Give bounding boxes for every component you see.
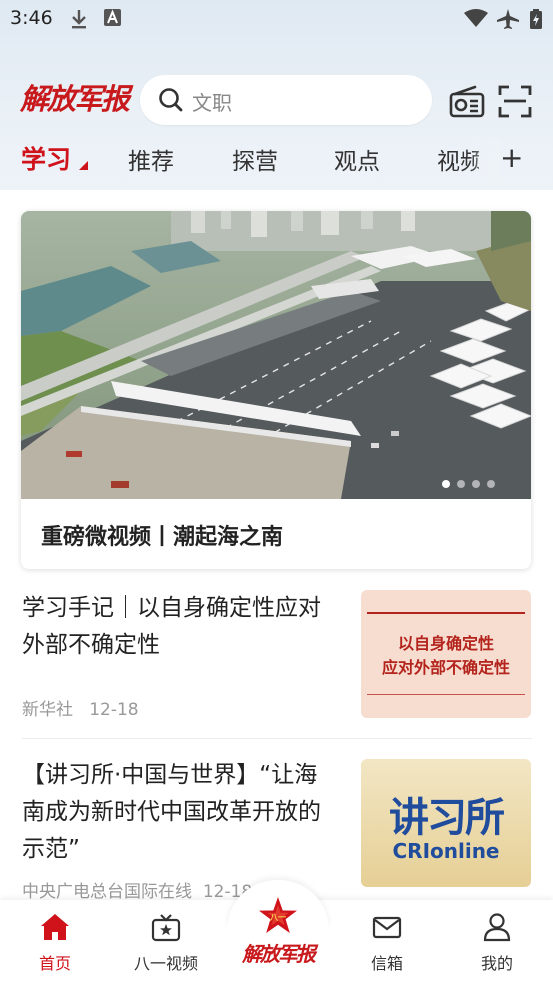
news-meta: 中央广电总台国际在线 12-18 <box>22 877 262 902</box>
download-icon <box>72 10 86 29</box>
divider <box>22 738 532 739</box>
nav-home[interactable]: 首页 <box>10 900 100 984</box>
mail-icon <box>372 916 402 939</box>
thumb-subbrand: CRIonline <box>392 839 500 863</box>
nav-profile[interactable]: 我的 <box>452 900 542 984</box>
nav-label: 八一视频 <box>133 954 198 973</box>
news-title[interactable]: 学习手记｜以自身确定性应对外部不确定性 <box>22 590 337 664</box>
carousel-indicator <box>435 473 495 492</box>
feature-image <box>21 211 531 499</box>
add-tab-button[interactable]: + <box>500 142 523 174</box>
thumb-line1: 以自身确定性 <box>397 634 494 653</box>
news-thumbnail: 以自身确定性 应对外部不确定性 <box>361 590 531 718</box>
status-bar: 3:46 <box>0 0 553 38</box>
news-source: 新华社 <box>22 700 73 720</box>
tab-recommend[interactable]: 推荐 <box>128 142 174 176</box>
nav-mailbox[interactable]: 信箱 <box>342 900 432 984</box>
news-date: 12-18 <box>89 700 139 720</box>
search-bar[interactable]: 文职 <box>140 75 432 125</box>
wifi-icon <box>464 9 488 27</box>
news-source: 中央广电总台国际在线 <box>22 882 192 902</box>
a-notification-icon <box>104 9 121 26</box>
tv-icon <box>151 914 181 942</box>
news-item[interactable]: 学习手记｜以自身确定性应对外部不确定性 新华社 12-18 以自身确定性 应对外… <box>22 590 532 720</box>
carousel-dot[interactable] <box>442 480 450 488</box>
carousel-dot[interactable] <box>487 480 495 488</box>
thumb-brand: 讲习所 <box>389 794 505 841</box>
nav-label: 首页 <box>38 954 71 973</box>
tab-active-indicator <box>79 161 88 170</box>
news-title[interactable]: 【讲习所·中国与世界】“让海南成为新时代中国改革开放的示范” <box>22 757 337 868</box>
thumb-rule-bottom <box>367 694 525 695</box>
news-meta: 新华社 12-18 <box>22 695 139 720</box>
feature-title[interactable]: 重磅微视频丨潮起海之南 <box>41 519 283 551</box>
battery-icon <box>530 9 542 29</box>
thumb-line2: 应对外部不确定性 <box>381 658 510 677</box>
home-icon <box>41 914 69 940</box>
nav-label: 我的 <box>480 954 513 973</box>
tab-study[interactable]: 学习 <box>21 140 71 176</box>
nav-pla-daily[interactable]: 八一 解放军报 <box>227 880 329 982</box>
radio-icon[interactable] <box>449 84 485 118</box>
nav-brand-text: 解放军报 <box>242 942 316 966</box>
thumb-rule-top <box>367 612 525 614</box>
airplane-icon <box>497 9 519 29</box>
search-icon <box>159 88 183 112</box>
scan-icon[interactable] <box>498 84 532 118</box>
news-thumbnail: 讲习所 CRIonline <box>361 759 531 887</box>
bottom-nav: 首页 八一视频 八一 解放军报 信箱 我的 <box>0 880 553 984</box>
carousel-dot[interactable] <box>457 480 465 488</box>
app-logo[interactable]: 解放军报 <box>20 80 130 118</box>
tabs-fade <box>470 138 500 182</box>
feature-card[interactable]: 重磅微视频丨潮起海之南 <box>21 211 531 569</box>
status-time: 3:46 <box>10 7 53 29</box>
channel-tabs: 学习 推荐 探营 观点 视频 + <box>0 138 553 182</box>
news-item[interactable]: 【讲习所·中国与世界】“让海南成为新时代中国改革开放的示范” 中央广电总台国际在… <box>22 757 532 902</box>
army-star-icon: 八一 <box>259 897 297 933</box>
carousel-dot[interactable] <box>472 480 480 488</box>
app-header: 3:46 解放军报 文职 学习 推荐 探营 观点 视频 + <box>0 0 553 190</box>
svg-text:八一: 八一 <box>269 913 286 922</box>
search-placeholder: 文职 <box>192 91 232 115</box>
nav-video[interactable]: 八一视频 <box>121 900 211 984</box>
user-icon <box>483 913 511 942</box>
nav-label: 信箱 <box>370 954 403 973</box>
tab-camp-visit[interactable]: 探营 <box>232 142 278 176</box>
tab-opinion[interactable]: 观点 <box>334 142 380 176</box>
